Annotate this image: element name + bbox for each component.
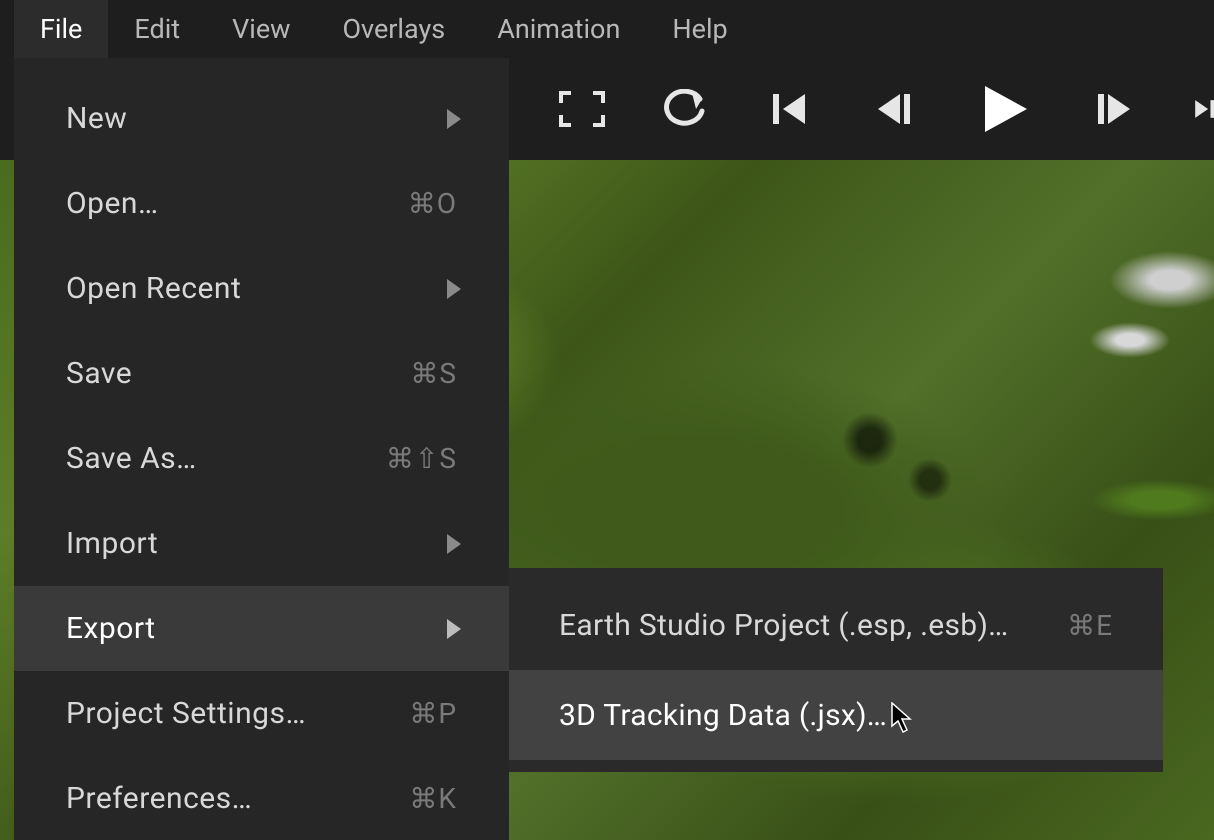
skip-end-icon [1194, 92, 1214, 126]
skip-end-button[interactable] [1194, 85, 1214, 133]
submenu-item-label: 3D Tracking Data (.jsx)… [559, 698, 1113, 733]
menu-item-preferences[interactable]: Preferences… ⌘K [14, 756, 509, 840]
menu-item-shortcut: ⌘S [410, 357, 457, 390]
menu-item-project-settings[interactable]: Project Settings… ⌘P [14, 671, 509, 756]
menubar-item-overlays[interactable]: Overlays [316, 0, 471, 59]
step-forward-icon [1096, 92, 1132, 126]
submenu-item-label: Earth Studio Project (.esp, .esb)… [559, 608, 1067, 643]
menu-item-label: Project Settings… [66, 696, 409, 731]
export-submenu: Earth Studio Project (.esp, .esb)… ⌘E 3D… [509, 568, 1163, 772]
menubar-item-view[interactable]: View [206, 0, 316, 59]
chevron-right-icon [447, 279, 461, 299]
menu-item-label: Export [66, 611, 457, 646]
loop-button[interactable] [662, 85, 710, 133]
menubar-item-help[interactable]: Help [646, 0, 753, 59]
menu-item-import[interactable]: Import [14, 501, 509, 586]
step-forward-button[interactable] [1090, 85, 1138, 133]
menu-item-label: Open… [66, 186, 408, 221]
menu-item-save-as[interactable]: Save As… ⌘⇧S [14, 416, 509, 501]
file-menu-dropdown: New Open… ⌘O Open Recent Save ⌘S Save As… [14, 58, 509, 840]
menu-item-shortcut: ⌘P [409, 697, 457, 730]
chevron-right-icon [447, 619, 461, 639]
skip-start-icon [773, 92, 807, 126]
loop-icon [662, 89, 710, 129]
menu-item-new[interactable]: New [14, 76, 509, 161]
snap-frame-button[interactable] [558, 85, 606, 133]
menubar-item-file[interactable]: File [14, 0, 108, 59]
chevron-right-icon [447, 109, 461, 129]
menu-item-label: Open Recent [66, 271, 457, 306]
menu-item-open[interactable]: Open… ⌘O [14, 161, 509, 246]
chevron-right-icon [447, 534, 461, 554]
play-icon [979, 84, 1029, 134]
menu-item-export[interactable]: Export [14, 586, 509, 671]
menu-item-shortcut: ⌘K [409, 782, 457, 815]
menubar-item-edit[interactable]: Edit [108, 0, 206, 59]
menu-item-label: Preferences… [66, 781, 409, 816]
menubar-item-animation[interactable]: Animation [471, 0, 646, 59]
menu-item-label: Save [66, 356, 410, 391]
play-button[interactable] [974, 85, 1034, 133]
menu-item-label: Import [66, 526, 457, 561]
submenu-item-earth-studio-project[interactable]: Earth Studio Project (.esp, .esb)… ⌘E [509, 580, 1163, 670]
menu-item-shortcut: ⌘⇧S [386, 442, 457, 475]
menu-item-open-recent[interactable]: Open Recent [14, 246, 509, 331]
menu-item-save[interactable]: Save ⌘S [14, 331, 509, 416]
menubar: File Edit View Overlays Animation Help [0, 0, 1214, 58]
step-back-button[interactable] [870, 85, 918, 133]
menu-item-shortcut: ⌘O [408, 187, 457, 220]
step-back-icon [876, 92, 912, 126]
submenu-item-shortcut: ⌘E [1067, 609, 1113, 642]
skip-start-button[interactable] [766, 85, 814, 133]
brackets-icon [559, 91, 605, 127]
submenu-item-3d-tracking-data[interactable]: 3D Tracking Data (.jsx)… [509, 670, 1163, 760]
menu-item-label: New [66, 101, 457, 136]
menu-item-label: Save As… [66, 441, 386, 476]
